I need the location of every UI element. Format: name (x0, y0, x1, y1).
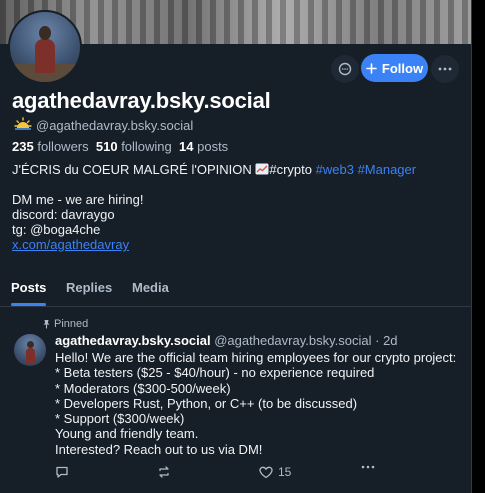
chart-increasing-icon (255, 163, 269, 175)
followers-link[interactable]: 235 followers (12, 139, 89, 154)
tab-replies[interactable]: Replies (66, 280, 112, 295)
profile-handle: @agathedavray.bsky.social (36, 118, 194, 133)
message-button[interactable] (331, 55, 359, 83)
active-tab-indicator (11, 303, 46, 306)
pinned-label: Pinned (54, 318, 89, 330)
profile-tabs: Posts Replies Media (0, 272, 471, 307)
profile-bio: J'ÉCRIS du COEUR MALGRÉ l'OPINION #crypt… (12, 162, 416, 252)
reply-button[interactable] (55, 465, 69, 479)
post-more-button[interactable] (361, 465, 375, 469)
reply-icon (56, 466, 68, 478)
bio-line-telegram: tg: @boga4che (12, 222, 101, 237)
post-line: * Beta testers ($25 - $40/hour) - no exp… (55, 365, 375, 381)
posts-count: 14 posts (179, 139, 229, 154)
post-text: Hello! We are the official team hiring e… (55, 350, 456, 457)
like-button[interactable]: 15 (259, 465, 291, 479)
more-options-button[interactable] (431, 55, 459, 83)
post-author-avatar[interactable] (14, 334, 46, 366)
bio-line-discord: discord: davraygo (12, 207, 115, 222)
post-author-name[interactable]: agathedavray.bsky.social (55, 333, 211, 348)
following-link[interactable]: 510 following (96, 139, 172, 154)
post-actions: 15 (55, 465, 385, 481)
profile-avatar[interactable] (8, 10, 82, 84)
profile-display-name: agathedavray.bsky.social (12, 88, 271, 113)
profile-stats: 235 followers 510 following 14 posts (12, 139, 228, 154)
hashtag-manager[interactable]: #Manager (358, 162, 417, 177)
post-timestamp[interactable]: 2d (383, 333, 397, 348)
ellipsis-icon (438, 67, 452, 71)
post-line: * Developers Rust, Python, or C++ (to be… (55, 395, 358, 411)
hashtag-crypto[interactable]: #crypto (269, 162, 312, 177)
post-separator: · (375, 333, 380, 348)
post-header: agathedavray.bsky.social @agathedavray.b… (55, 333, 398, 348)
tab-posts[interactable]: Posts (11, 280, 46, 295)
follow-label: Follow (381, 60, 424, 76)
pin-icon (43, 320, 50, 329)
bio-external-link[interactable]: x.com/agathedavray (12, 237, 129, 252)
chat-bubble-icon (338, 62, 352, 76)
post-line: Interested? Reach out to us via DM! (55, 441, 263, 457)
bio-text: J'ÉCRIS du COEUR MALGRÉ l'OPINION (12, 162, 252, 177)
plus-icon (366, 62, 377, 74)
like-count: 15 (278, 465, 292, 479)
follow-button[interactable]: Follow (361, 54, 428, 82)
heart-icon (259, 466, 273, 478)
ellipsis-icon (361, 465, 375, 469)
post-line: Young and friendly team. (55, 426, 199, 442)
sun-emoji-icon (14, 117, 32, 130)
post-line: Hello! We are the official team hiring e… (55, 350, 457, 365)
post-line: * Support ($300/week) (55, 411, 185, 427)
bio-line-hiring: DM me - we are hiring! (12, 192, 144, 207)
post-author-handle[interactable]: @agathedavray.bsky.social (214, 333, 371, 348)
hashtag-web3[interactable]: #web3 (316, 162, 354, 177)
post-line: * Moderators ($300-500/week) (55, 380, 231, 396)
tab-media[interactable]: Media (132, 280, 169, 295)
repost-icon (159, 466, 169, 478)
profile-page: Follow agathedavray.bsky.social @agathed… (0, 0, 472, 493)
pinned-indicator: Pinned (42, 318, 88, 330)
repost-button[interactable] (157, 465, 171, 479)
